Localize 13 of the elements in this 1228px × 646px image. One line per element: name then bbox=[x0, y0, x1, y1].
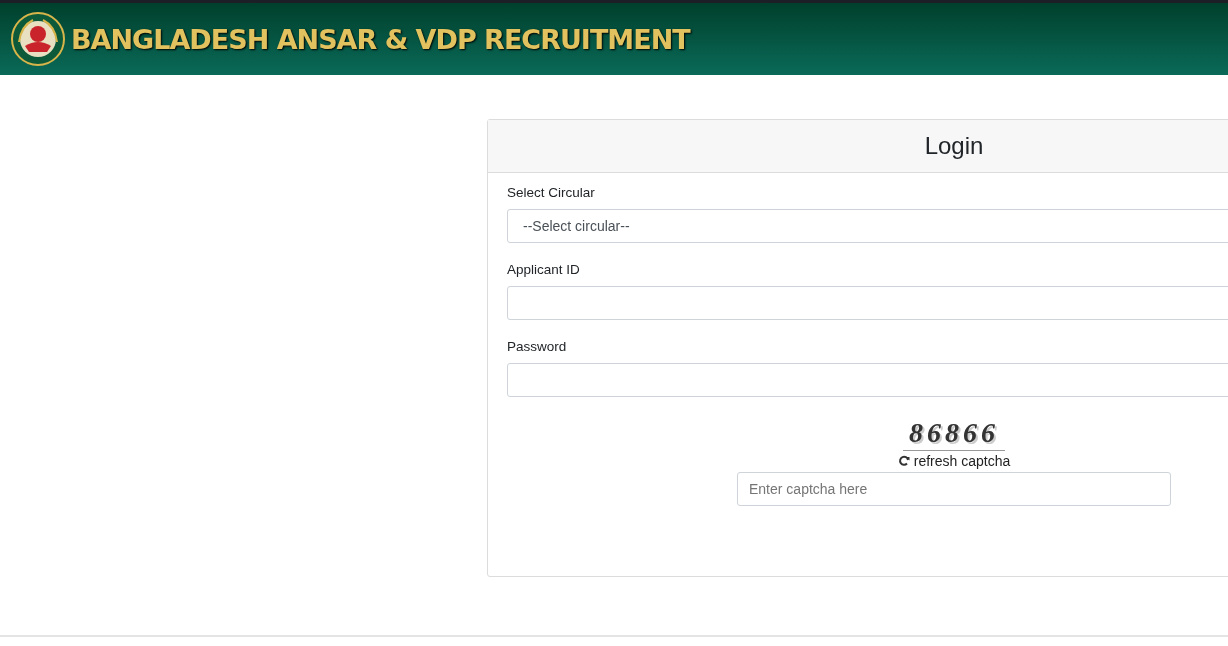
refresh-captcha-link[interactable]: refresh captcha bbox=[897, 453, 1011, 469]
emblem-icon bbox=[11, 12, 65, 66]
field-label: Select Circular bbox=[507, 185, 596, 200]
field-label: Password bbox=[507, 339, 568, 354]
field-label: Applicant ID bbox=[507, 262, 581, 277]
captcha-image: 86866 bbox=[903, 416, 1005, 451]
refresh-icon bbox=[897, 455, 910, 467]
input-field[interactable] bbox=[507, 286, 1228, 320]
circular-select[interactable]: --Select circular-- bbox=[507, 209, 1228, 243]
password-field[interactable] bbox=[507, 363, 1228, 397]
captcha-field[interactable]: Enter captcha here bbox=[737, 472, 1171, 506]
site-title: BANGLADESH ANSAR & VDP RECRUITMENT bbox=[71, 23, 690, 55]
login-title: Login bbox=[924, 132, 984, 160]
